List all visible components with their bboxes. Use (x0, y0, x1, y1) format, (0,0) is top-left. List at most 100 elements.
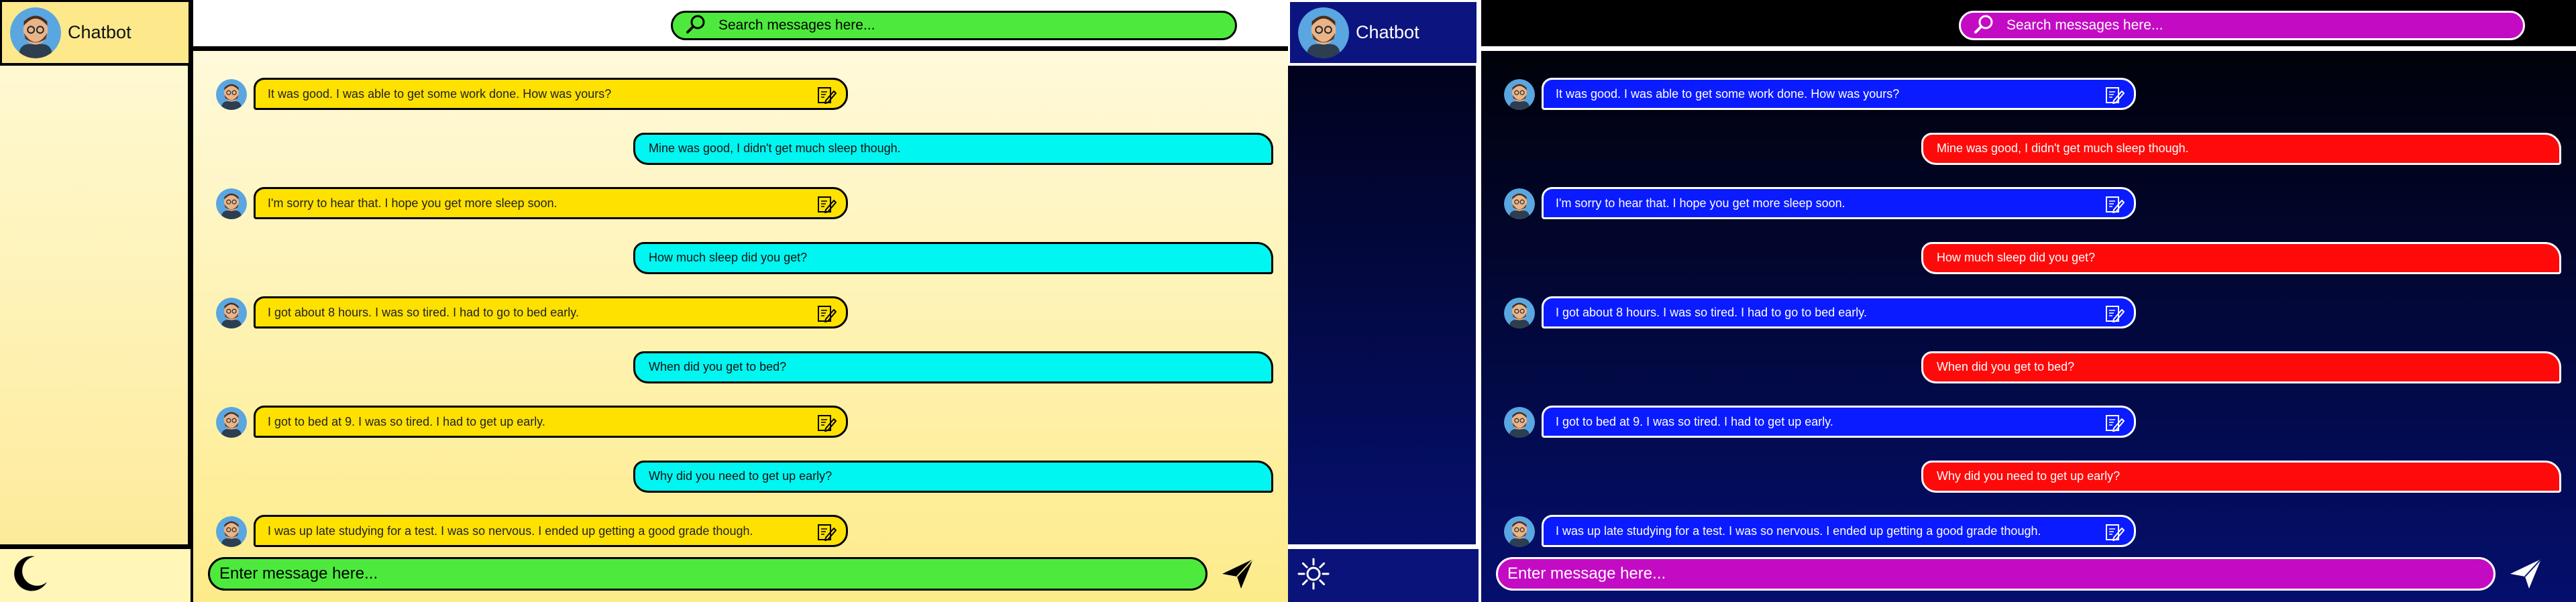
edit-document-icon[interactable] (816, 414, 837, 432)
edit-document-icon[interactable] (816, 523, 837, 542)
user-message-bubble: When did you get to bed? (633, 351, 1273, 383)
bot-message-bubble: It was good. I was able to get some work… (254, 78, 848, 110)
message-row: I'm sorry to hear that. I hope you get m… (193, 186, 1288, 222)
edit-document-icon[interactable] (816, 195, 837, 214)
message-row: I got about 8 hours. I was so tired. I h… (193, 295, 1288, 331)
avatar (1504, 407, 1535, 438)
message-text: I got about 8 hours. I was so tired. I h… (1556, 305, 1867, 319)
edit-document-icon[interactable] (2104, 86, 2125, 105)
bot-message-bubble: I got about 8 hours. I was so tired. I h… (1542, 296, 2136, 328)
message-text: I got to bed at 9. I was so tired. I had… (1556, 414, 1833, 428)
message-text: I got about 8 hours. I was so tired. I h… (268, 305, 579, 319)
edit-document-icon[interactable] (2104, 523, 2125, 542)
message-text: Mine was good, I didn't get much sleep t… (1937, 141, 2189, 155)
bot-message-bubble: I'm sorry to hear that. I hope you get m… (1542, 187, 2136, 219)
composer: Enter message here... (1481, 544, 2576, 602)
message-row: I got about 8 hours. I was so tired. I h… (1481, 295, 2576, 331)
chat-panel-light: Chatbot Search messages here... It was g… (0, 0, 1288, 602)
user-message-bubble: Mine was good, I didn't get much sleep t… (633, 132, 1273, 165)
avatar (1504, 298, 1535, 328)
message-text: I'm sorry to hear that. I hope you get m… (268, 196, 557, 210)
message-text: I was up late studying for a test. I was… (268, 524, 753, 538)
message-text: I'm sorry to hear that. I hope you get m… (1556, 196, 1845, 210)
message-row: Why did you need to get up early? (1481, 459, 2576, 495)
sidebar-header: Chatbot (0, 0, 191, 66)
message-text: It was good. I was able to get some work… (1556, 86, 1900, 101)
avatar (216, 298, 247, 328)
message-input[interactable]: Enter message here... (208, 557, 1208, 591)
message-text: I got to bed at 9. I was so tired. I had… (268, 414, 545, 428)
conversation-list (0, 66, 191, 539)
avatar (216, 188, 247, 219)
message-text: I was up late studying for a test. I was… (1556, 524, 2041, 538)
message-text: It was good. I was able to get some work… (268, 86, 612, 101)
message-row: How much sleep did you get? (1481, 241, 2576, 277)
edit-document-icon[interactable] (816, 304, 837, 323)
message-text: How much sleep did you get? (649, 251, 808, 264)
message-list: It was good. I was able to get some work… (1481, 56, 2576, 547)
search-placeholder: Search messages here... (718, 17, 875, 33)
input-placeholder: Enter message here... (219, 564, 378, 583)
sidebar-footer (0, 544, 191, 602)
send-icon[interactable] (2508, 555, 2544, 591)
bot-message-bubble: I'm sorry to hear that. I hope you get m… (254, 187, 848, 219)
top-bar: Search messages here... (1481, 0, 2576, 51)
message-text: When did you get to bed? (1937, 360, 2075, 373)
app-title: Chatbot (68, 22, 131, 42)
composer: Enter message here... (193, 544, 1288, 602)
message-row: It was good. I was able to get some work… (193, 76, 1288, 113)
main-area: Search messages here... It was good. I w… (1481, 0, 2576, 602)
search-input[interactable]: Search messages here... (671, 11, 1237, 40)
sun-icon[interactable] (1296, 556, 1331, 595)
search-placeholder: Search messages here... (2006, 17, 2163, 33)
sidebar-footer (1288, 544, 1479, 602)
user-message-bubble: Why did you need to get up early? (633, 460, 1273, 493)
top-bar: Search messages here... (193, 0, 1288, 51)
message-text: How much sleep did you get? (1937, 251, 2096, 264)
message-row: I got to bed at 9. I was so tired. I had… (1481, 404, 2576, 440)
avatar (10, 7, 61, 58)
message-row: I got to bed at 9. I was so tired. I had… (193, 404, 1288, 440)
bot-message-bubble: I got to bed at 9. I was so tired. I had… (1542, 406, 2136, 438)
bot-message-bubble: It was good. I was able to get some work… (1542, 78, 2136, 110)
user-message-bubble: How much sleep did you get? (1921, 241, 2561, 274)
app-title: Chatbot (1356, 22, 1419, 42)
user-message-bubble: How much sleep did you get? (633, 241, 1273, 274)
user-message-bubble: Mine was good, I didn't get much sleep t… (1921, 132, 2561, 165)
search-input[interactable]: Search messages here... (1959, 11, 2525, 40)
avatar (1504, 516, 1535, 547)
message-row: How much sleep did you get? (193, 241, 1288, 277)
input-placeholder: Enter message here... (1507, 564, 1666, 583)
send-icon[interactable] (1220, 555, 1256, 591)
conversation-list (1288, 66, 1479, 539)
user-message-bubble: Why did you need to get up early? (1921, 460, 2561, 493)
message-row: I'm sorry to hear that. I hope you get m… (1481, 186, 2576, 222)
message-row: It was good. I was able to get some work… (1481, 76, 2576, 113)
message-text: When did you get to bed? (649, 360, 787, 373)
moon-icon[interactable] (8, 552, 51, 599)
search-icon (686, 14, 706, 38)
bot-message-bubble: I was up late studying for a test. I was… (254, 515, 848, 547)
message-input[interactable]: Enter message here... (1496, 557, 2496, 591)
message-list: It was good. I was able to get some work… (193, 56, 1288, 547)
edit-document-icon[interactable] (816, 86, 837, 105)
avatar (1298, 7, 1349, 58)
bot-message-bubble: I got about 8 hours. I was so tired. I h… (254, 296, 848, 328)
message-row: Mine was good, I didn't get much sleep t… (1481, 131, 2576, 168)
edit-document-icon[interactable] (2104, 304, 2125, 323)
search-icon (1974, 14, 1994, 38)
sidebar: Chatbot (0, 0, 193, 602)
bot-message-bubble: I got to bed at 9. I was so tired. I had… (254, 406, 848, 438)
avatar (216, 516, 247, 547)
message-text: Why did you need to get up early? (649, 469, 833, 483)
avatar (216, 79, 247, 110)
message-text: Why did you need to get up early? (1937, 469, 2121, 483)
user-message-bubble: When did you get to bed? (1921, 351, 2561, 383)
edit-document-icon[interactable] (2104, 195, 2125, 214)
avatar (216, 407, 247, 438)
message-row: When did you get to bed? (193, 350, 1288, 386)
chat-panel-dark: Chatbot Search messages here... It was g… (1288, 0, 2576, 602)
sidebar-header: Chatbot (1288, 0, 1479, 66)
edit-document-icon[interactable] (2104, 414, 2125, 432)
bot-message-bubble: I was up late studying for a test. I was… (1542, 515, 2136, 547)
